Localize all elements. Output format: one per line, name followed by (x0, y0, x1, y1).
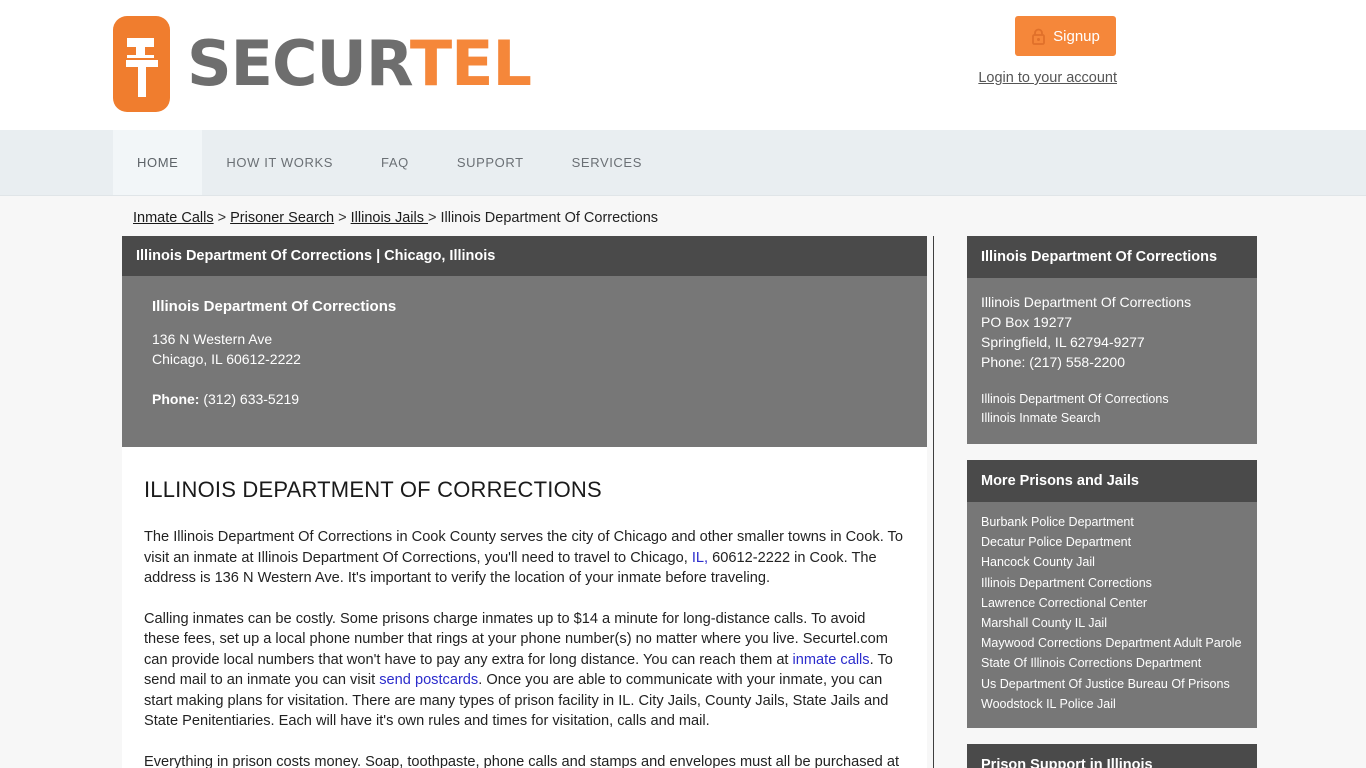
facility-phone-value: (312) 633-5219 (203, 391, 300, 407)
list-item[interactable]: Decatur Police Department (981, 532, 1243, 552)
site-logo[interactable]: SECURTEL (113, 16, 532, 112)
content-divider (933, 236, 934, 768)
page-layout: Illinois Department Of Corrections | Chi… (0, 236, 1366, 768)
facility-address: 136 N Western Ave Chicago, IL 60612-2222 (152, 329, 897, 369)
paragraph-2-text-a: Calling inmates can be costly. Some pris… (144, 610, 888, 668)
sidebar-idoc-address-line-1: Illinois Department Of Corrections (981, 294, 1192, 310)
facility-address-line-1: 136 N Western Ave (152, 331, 273, 347)
facility-info-panel: Illinois Department Of Corrections 136 N… (122, 276, 927, 447)
sidebar-prison-support-title: Prison Support in Illinois (967, 744, 1257, 768)
logo-wordmark: SECURTEL (187, 33, 532, 95)
nav-item-support[interactable]: Support (433, 130, 548, 195)
article-paragraph-2: Calling inmates can be costly. Some pris… (144, 609, 905, 732)
sidebar: Illinois Department Of Corrections Illin… (967, 236, 1257, 768)
nav-item-how-it-works[interactable]: How It Works (202, 130, 357, 195)
sidebar-idoc-address: Illinois Department Of Corrections PO Bo… (981, 292, 1243, 372)
logo-word-tel: TEL (409, 27, 532, 100)
lock-icon (1031, 28, 1046, 45)
logo-mark-icon (113, 16, 170, 112)
nav-item-faq[interactable]: FAQ (357, 130, 433, 195)
sidebar-idoc-address-line-3: Springfield, IL 62794-9277 (981, 334, 1145, 350)
list-item[interactable]: Illinois Department Corrections (981, 573, 1243, 593)
main-content-column: Illinois Department Of Corrections | Chi… (122, 236, 927, 768)
list-item[interactable]: Hancock County Jail (981, 552, 1243, 572)
sidebar-panel-idoc: Illinois Department Of Corrections Illin… (967, 236, 1257, 444)
breadcrumb-separator: > (427, 210, 441, 226)
nav-item-home[interactable]: Home (113, 130, 203, 195)
link-send-postcards[interactable]: send postcards (379, 672, 478, 688)
sidebar-idoc-body: Illinois Department Of Corrections PO Bo… (967, 278, 1257, 444)
article-body: ILLINOIS DEPARTMENT OF CORRECTIONS The I… (122, 447, 927, 768)
sidebar-idoc-title: Illinois Department Of Corrections (967, 236, 1257, 278)
article-paragraph-3: Everything in prison costs money. Soap, … (144, 753, 899, 768)
login-link[interactable]: Login to your account (978, 70, 1117, 86)
sidebar-idoc-address-line-2: PO Box 19277 (981, 314, 1073, 330)
article-paragraph-1: The Illinois Department Of Corrections i… (144, 527, 905, 589)
list-item[interactable]: Maywood Corrections Department Adult Par… (981, 633, 1243, 653)
breadcrumb-separator: > (213, 210, 231, 226)
link-il[interactable]: IL, (692, 550, 708, 566)
site-header: SECURTEL Signup Login to your account (0, 0, 1366, 130)
logo-word-secur: SECUR (187, 27, 411, 100)
sidebar-idoc-links: Illinois Department Of Corrections Illin… (981, 390, 1243, 428)
list-item[interactable]: State Of Illinois Corrections Department (981, 653, 1243, 673)
facility-phone: Phone: (312) 633-5219 (152, 391, 897, 407)
signup-button-label: Signup (1053, 27, 1100, 45)
nav-item-services[interactable]: Services (548, 130, 666, 195)
breadcrumb: Inmate Calls > Prisoner Search > Illinoi… (0, 196, 1366, 236)
sidebar-panel-prison-support: Prison Support in Illinois (967, 744, 1257, 768)
facility-name: Illinois Department Of Corrections (152, 298, 397, 315)
page-title: ILLINOIS DEPARTMENT OF CORRECTIONS (144, 477, 602, 502)
list-item[interactable]: Burbank Police Department (981, 512, 1243, 532)
facility-phone-label: Phone: (152, 391, 200, 407)
list-item[interactable]: Woodstock IL Police Jail (981, 694, 1243, 714)
sidebar-panel-more-prisons: More Prisons and Jails Burbank Police De… (967, 460, 1257, 729)
sidebar-link-idoc[interactable]: Illinois Department Of Corrections (981, 390, 1243, 409)
sidebar-more-prisons-list: Burbank Police Department Decatur Police… (967, 502, 1257, 729)
sidebar-link-illinois-inmate-search[interactable]: Illinois Inmate Search (981, 409, 1243, 428)
signup-button[interactable]: Signup (1015, 16, 1116, 56)
breadcrumb-separator: > (334, 210, 351, 226)
breadcrumb-current: Illinois Department Of Corrections (440, 210, 659, 226)
list-item[interactable]: Marshall County IL Jail (981, 613, 1243, 633)
main-navigation: Home How It Works FAQ Support Services (0, 130, 1366, 196)
list-item[interactable]: Lawrence Correctional Center (981, 593, 1243, 613)
link-inmate-calls[interactable]: inmate calls (793, 652, 870, 668)
facility-address-line-2: Chicago, IL 60612-2222 (152, 351, 301, 367)
breadcrumb-link-inmate-calls[interactable]: Inmate Calls (133, 210, 214, 226)
sidebar-idoc-address-line-4: Phone: (217) 558-2200 (981, 354, 1125, 370)
sidebar-more-prisons-title: More Prisons and Jails (967, 460, 1257, 502)
list-item[interactable]: Us Department Of Justice Bureau Of Priso… (981, 674, 1243, 694)
breadcrumb-link-prisoner-search[interactable]: Prisoner Search (230, 210, 334, 226)
breadcrumb-link-illinois-jails[interactable]: Illinois Jails (351, 210, 428, 226)
facility-panel-title: Illinois Department Of Corrections | Chi… (122, 236, 927, 276)
